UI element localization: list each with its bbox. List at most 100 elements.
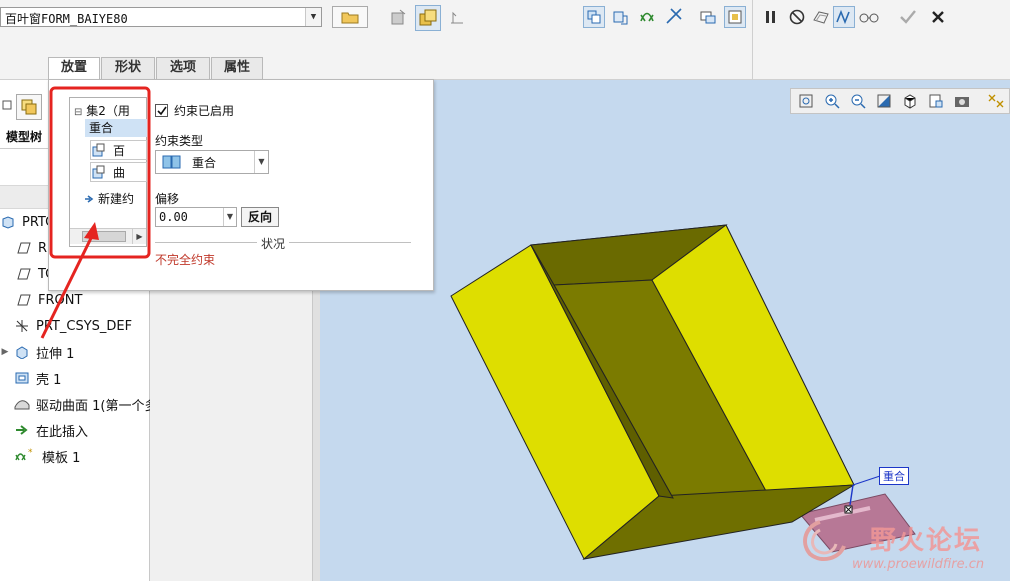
tree-item-template[interactable]: * 模板 1 (0, 445, 150, 467)
component-ref-icon (92, 143, 105, 157)
component-window-button[interactable] (388, 6, 410, 28)
extrude-icon (14, 344, 30, 360)
tree-item-datum-front[interactable]: FRONT (0, 289, 150, 311)
reference-assembly-item[interactable]: 曲 (90, 162, 147, 182)
zoom-out-icon (851, 94, 866, 109)
tree-item-csys[interactable]: PRT_CSYS_DEF (0, 315, 150, 337)
view-toolbar (790, 88, 1010, 114)
collapse-icon[interactable]: ⊟ (74, 107, 82, 118)
assembly-window-icon (419, 9, 437, 26)
glasses-button[interactable] (858, 6, 880, 28)
zoom-in-icon (825, 94, 840, 109)
chevron-down-icon[interactable]: ▼ (305, 8, 321, 26)
assembly-ref-icon (92, 165, 105, 179)
watermark-logo (803, 520, 846, 562)
flexible-button[interactable] (697, 6, 719, 28)
tab-shape[interactable]: 形状 (101, 57, 155, 79)
tree-item-driving-surface[interactable]: 驱动曲面 1(第一个多 (0, 393, 150, 415)
saved-views-button[interactable] (899, 90, 921, 112)
set-list-scrollbar[interactable]: ▶ (70, 228, 146, 244)
move-component-button[interactable] (636, 5, 688, 27)
zoom-in-button[interactable] (821, 90, 843, 112)
coordinate-system-icon (14, 318, 30, 334)
constraint-tag[interactable]: 重合 (879, 467, 909, 485)
repaint-button[interactable] (873, 90, 895, 112)
placement-panel: ⊟ 集2（用 重合 百 曲 新建约 ▶ 约束已启用 约束类型 重合 ▼ 偏移 0… (48, 79, 434, 291)
pause-icon (766, 11, 775, 23)
zoom-out-button[interactable] (847, 90, 869, 112)
offset-input[interactable]: 0.00 ▼ (155, 207, 237, 227)
tree-scrollbar[interactable] (312, 290, 320, 581)
flexible-icon (700, 11, 716, 24)
pause-button[interactable] (760, 6, 782, 28)
separate-window-button[interactable] (609, 6, 631, 28)
svg-text:*: * (28, 448, 33, 458)
view-manager-button[interactable] (925, 90, 947, 112)
refit-icon (799, 94, 813, 108)
flip-button[interactable]: 反向 (241, 207, 279, 227)
no-preview-button[interactable] (786, 6, 808, 28)
show-component-icon (728, 10, 742, 24)
refit-button[interactable] (795, 90, 817, 112)
display-style-button[interactable] (951, 90, 973, 112)
confirm-button[interactable] (897, 6, 919, 28)
square-icon (2, 100, 12, 110)
assembly-window-button[interactable] (415, 5, 441, 31)
new-arrow-icon (85, 194, 94, 203)
constraint-type-select[interactable]: 重合 ▼ (155, 150, 269, 174)
tree-item-shell[interactable]: 壳 1 (0, 367, 150, 389)
scroll-right-arrow-icon[interactable]: ▶ (132, 229, 146, 244)
verify-button[interactable] (833, 6, 855, 28)
move-component-icon (640, 8, 682, 24)
tree-item-insert-here[interactable]: 在此插入 (0, 419, 150, 441)
tab-placement[interactable]: 放置 (48, 57, 100, 80)
datum-plane-icon (16, 266, 32, 282)
shell-icon (14, 370, 30, 386)
dashboard-toolbar: 百叶窗FORM_BAIYE80 ▼ 放置 形状 选项 属性 (0, 0, 1010, 80)
folder-icon (341, 12, 359, 24)
view-manager-icon (929, 94, 943, 108)
constraint-display-button[interactable] (583, 6, 605, 28)
new-constraint-item[interactable]: 新建约 (84, 190, 134, 207)
constraint-set-item[interactable]: ⊟ 集2（用 (74, 102, 130, 119)
checkbox-icon[interactable] (155, 104, 168, 117)
constraint-enabled-checkbox[interactable]: 约束已启用 (155, 102, 234, 119)
preview-icon (813, 11, 829, 24)
template-feature-icon: * (14, 448, 36, 464)
expand-arrow-icon[interactable]: ▶ (0, 344, 10, 360)
verify-icon (836, 9, 850, 25)
show-component-button[interactable] (724, 6, 746, 28)
insert-arrow-icon (14, 422, 30, 438)
cube-view-icon (904, 94, 916, 109)
surface-icon (14, 396, 30, 412)
tree-view-button[interactable] (0, 94, 14, 116)
datum-display-icon (988, 94, 1004, 108)
watermark-title: 野火论坛 (870, 526, 983, 556)
check-icon (900, 10, 916, 24)
separate-window-icon (613, 11, 628, 25)
prohibit-icon (789, 9, 805, 25)
place-component-button[interactable] (446, 6, 468, 28)
reference-component-item[interactable]: 百 (90, 140, 147, 160)
status-value: 不完全约束 (155, 253, 216, 267)
open-folder-button[interactable] (332, 6, 368, 28)
close-icon (932, 11, 944, 23)
preview-button[interactable] (810, 6, 832, 28)
chevron-down-icon[interactable]: ▼ (254, 151, 268, 173)
datum-plane-icon (16, 292, 32, 308)
watermark-url: www.proewildfire.cn (852, 557, 985, 572)
tab-options[interactable]: 选项 (156, 57, 210, 79)
chevron-down-icon[interactable]: ▼ (223, 208, 236, 226)
copy-icon (21, 99, 37, 115)
glasses-icon (859, 13, 879, 23)
cancel-button[interactable] (927, 6, 949, 28)
constraint-display-icon (587, 10, 601, 24)
tree-settings-button[interactable] (16, 94, 42, 120)
tree-item-extrude[interactable]: ▶ 拉伸 1 (0, 341, 150, 363)
component-name-combo[interactable]: 百叶窗FORM_BAIYE80 ▼ (0, 7, 322, 27)
place-component-icon (451, 11, 463, 24)
tab-properties[interactable]: 属性 (211, 57, 263, 79)
datum-display-button[interactable] (985, 90, 1007, 112)
selected-constraint-item[interactable]: 重合 (85, 119, 147, 137)
part-icon (0, 214, 16, 230)
